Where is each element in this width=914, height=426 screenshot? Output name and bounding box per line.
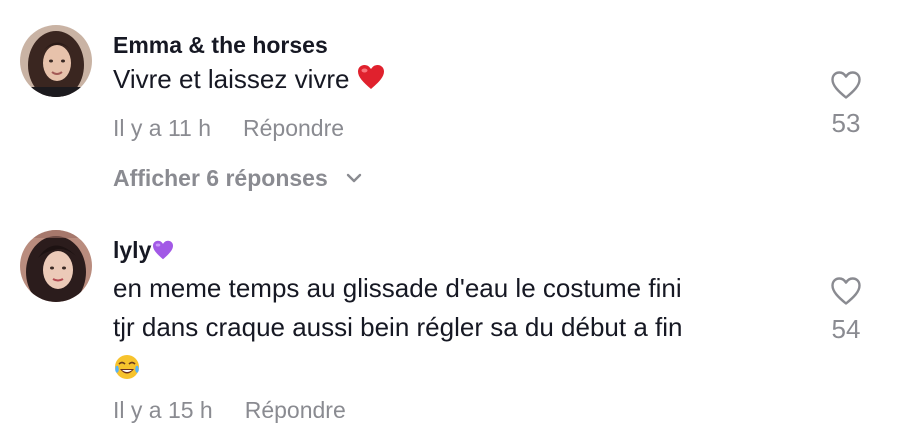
comment-item: Emma & the horses Vivre et laissez vivre… bbox=[0, 0, 914, 200]
comment-meta: Il y a 11 h Répondre bbox=[113, 114, 344, 142]
reply-button[interactable]: Répondre bbox=[243, 115, 344, 141]
comment-username[interactable]: Emma & the horses bbox=[113, 31, 328, 59]
reply-button[interactable]: Répondre bbox=[245, 397, 346, 423]
comment-username[interactable]: lyly bbox=[113, 236, 174, 266]
purple-heart-emoji-icon bbox=[152, 238, 174, 266]
comment-text: Vivre et laissez vivre bbox=[113, 60, 803, 101]
like-count: 54 bbox=[831, 314, 861, 344]
heart-outline-icon[interactable] bbox=[820, 70, 872, 100]
comment-timestamp: Il y a 15 h bbox=[113, 397, 213, 423]
chevron-down-icon bbox=[334, 165, 362, 191]
like-button[interactable]: 53 bbox=[820, 70, 872, 138]
comment-item: lyly en meme temps au glissade d'eau le … bbox=[0, 210, 914, 426]
view-replies-button[interactable]: Afficher 6 réponses bbox=[113, 164, 362, 192]
like-count: 53 bbox=[831, 108, 861, 138]
like-button[interactable]: 54 bbox=[820, 276, 872, 344]
avatar[interactable] bbox=[20, 230, 92, 302]
comment-timestamp: Il y a 11 h bbox=[113, 115, 212, 141]
heart-outline-icon[interactable] bbox=[820, 276, 872, 306]
tears-of-joy-emoji-icon bbox=[113, 347, 803, 386]
heart-emoji-icon bbox=[357, 62, 385, 101]
avatar[interactable] bbox=[20, 25, 92, 97]
comment-text: en meme temps au glissade d'eau le costu… bbox=[113, 269, 803, 386]
comment-meta: Il y a 15 h Répondre bbox=[113, 396, 346, 424]
